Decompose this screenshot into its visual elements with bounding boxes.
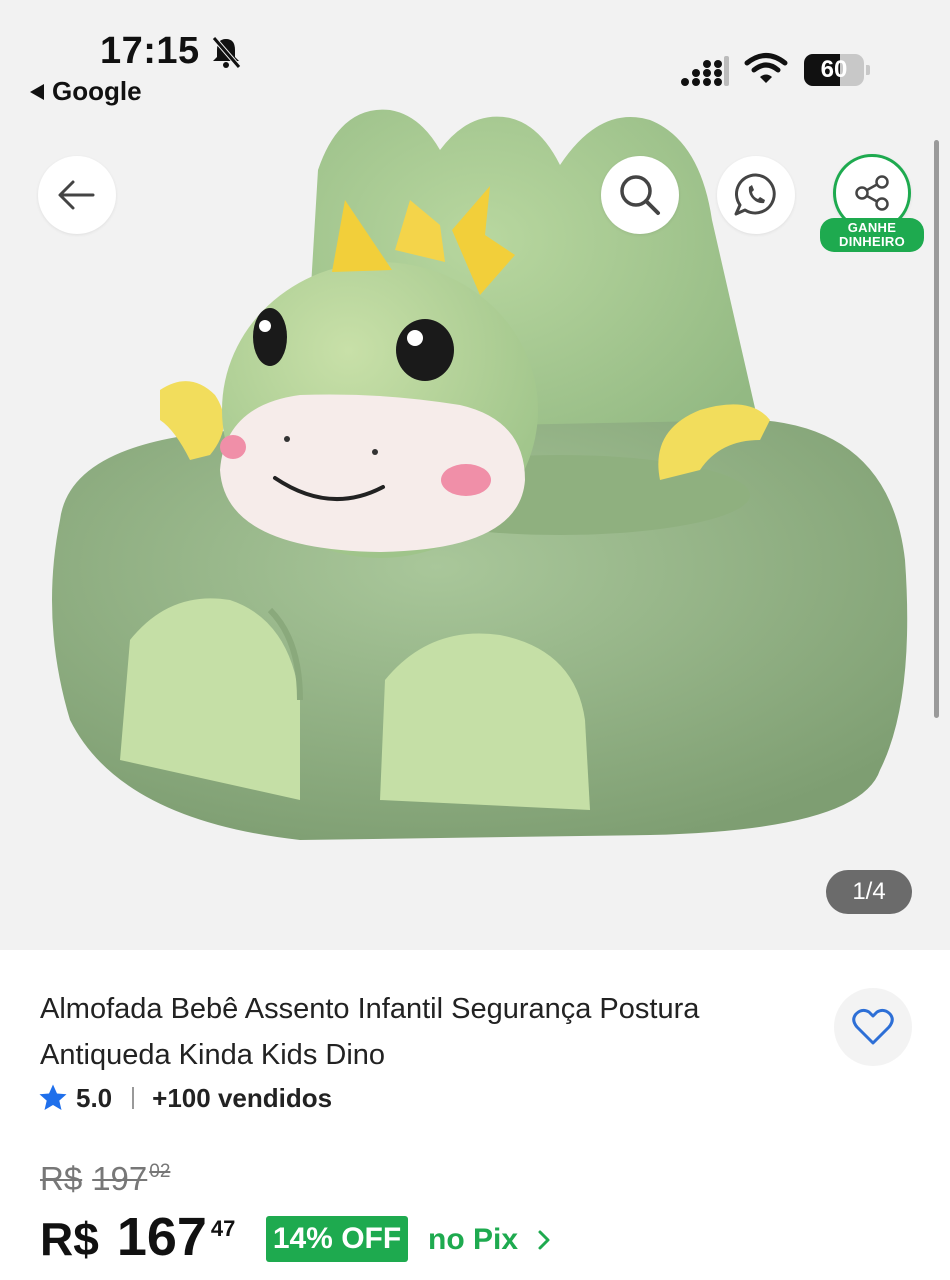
back-button[interactable] <box>38 156 116 234</box>
gallery-counter: 1/4 <box>826 870 912 914</box>
rating-row[interactable]: 5.0 +100 vendidos <box>38 1078 332 1118</box>
back-app-label: Google <box>52 76 142 106</box>
search-button[interactable] <box>601 156 679 234</box>
rating-separator <box>132 1087 135 1109</box>
rating-value: 5.0 <box>76 1082 113 1113</box>
current-price: R$ 167 47 <box>40 1206 235 1268</box>
price-currency: R$ <box>40 1213 99 1265</box>
old-price-cents: 02 <box>149 1161 171 1182</box>
heart-icon <box>852 1008 894 1045</box>
bell-slash-icon <box>212 36 241 69</box>
back-to-app-link[interactable]: Google <box>30 76 142 107</box>
original-price: R$ 197 02 <box>40 1160 170 1198</box>
earn-badge-line1: GANHE <box>847 220 897 235</box>
signal-icon <box>681 56 729 86</box>
earn-money-badge[interactable]: GANHE DINHEIRO <box>820 218 924 252</box>
product-page: 17:15 Google 60 GANHE DINHEIRO 1/4 Almof… <box>0 0 950 1280</box>
product-title: Almofada Bebê Assento Infantil Segurança… <box>40 993 700 1071</box>
back-triangle-icon <box>30 83 44 100</box>
search-icon <box>620 175 660 215</box>
back-arrow-icon <box>58 180 95 210</box>
battery-indicator: 60 <box>804 54 870 86</box>
price-cents: 47 <box>210 1216 236 1241</box>
price-whole: 167 <box>116 1207 207 1267</box>
star-icon <box>39 1084 67 1110</box>
pix-label: no Pix <box>428 1223 519 1256</box>
product-image[interactable] <box>0 0 950 950</box>
product-gallery[interactable]: 17:15 Google 60 GANHE DINHEIRO 1/4 <box>0 0 950 950</box>
whatsapp-share-button[interactable] <box>717 156 795 234</box>
pix-payment-link[interactable]: no Pix <box>428 1220 552 1260</box>
old-price-whole: 197 <box>92 1160 148 1197</box>
old-currency: R$ <box>40 1160 83 1197</box>
whatsapp-icon <box>734 173 776 216</box>
status-time: 17:15 <box>100 30 200 72</box>
sold-count: +100 vendidos <box>152 1082 333 1113</box>
discount-badge: 14% OFF <box>266 1216 408 1262</box>
chevron-right-icon <box>538 1230 550 1250</box>
battery-level: 60 <box>820 56 848 83</box>
share-icon <box>855 175 889 211</box>
favorite-button[interactable] <box>834 988 912 1066</box>
gallery-scrollbar[interactable] <box>934 140 939 718</box>
earn-badge-line2: DINHEIRO <box>839 234 905 249</box>
wifi-icon <box>744 53 788 83</box>
